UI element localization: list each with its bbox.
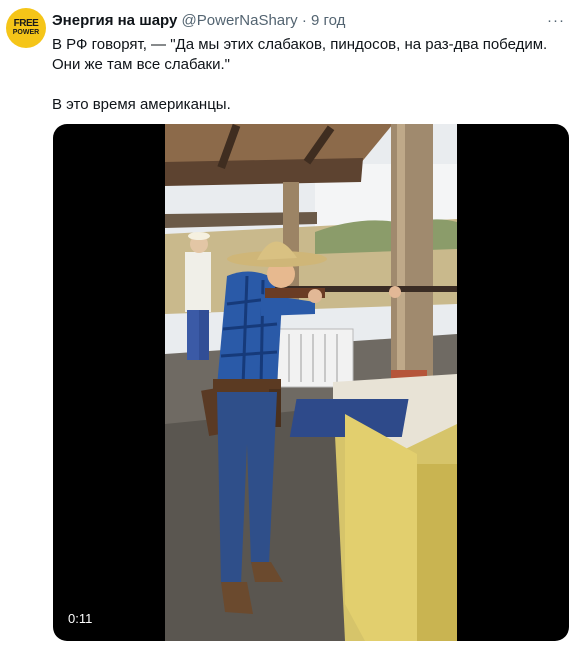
user-handle[interactable]: @PowerNaShary bbox=[182, 12, 298, 29]
more-options-button[interactable]: ··· bbox=[546, 10, 566, 30]
tweet-header: Энергия на шару @PowerNaShary · 9 год bbox=[52, 12, 345, 30]
video-thumbnail-image bbox=[165, 124, 457, 641]
video-duration-badge: 0:11 bbox=[63, 610, 98, 627]
tweet-text-line-2: Они же там все слабаки." bbox=[52, 56, 230, 73]
avatar[interactable]: FREE POWER bbox=[6, 8, 46, 48]
ellipsis-icon: ··· bbox=[547, 11, 565, 29]
tweet-text: В РФ говорят, — "Да мы этих слабаков, пи… bbox=[52, 35, 562, 115]
tweet-time[interactable]: 9 год bbox=[311, 12, 345, 29]
separator: · bbox=[301, 12, 307, 29]
avatar-text-top: FREE bbox=[13, 18, 39, 29]
avatar-text-bottom: POWER bbox=[12, 29, 40, 36]
video-frame bbox=[165, 124, 457, 641]
video-player[interactable]: 0:11 bbox=[53, 124, 569, 641]
tweet-text-line-1: В РФ говорят, — "Да мы этих слабаков, пи… bbox=[52, 36, 548, 53]
tweet-text-line-3: В это время американцы. bbox=[52, 96, 231, 113]
display-name[interactable]: Энергия на шару bbox=[52, 12, 177, 29]
